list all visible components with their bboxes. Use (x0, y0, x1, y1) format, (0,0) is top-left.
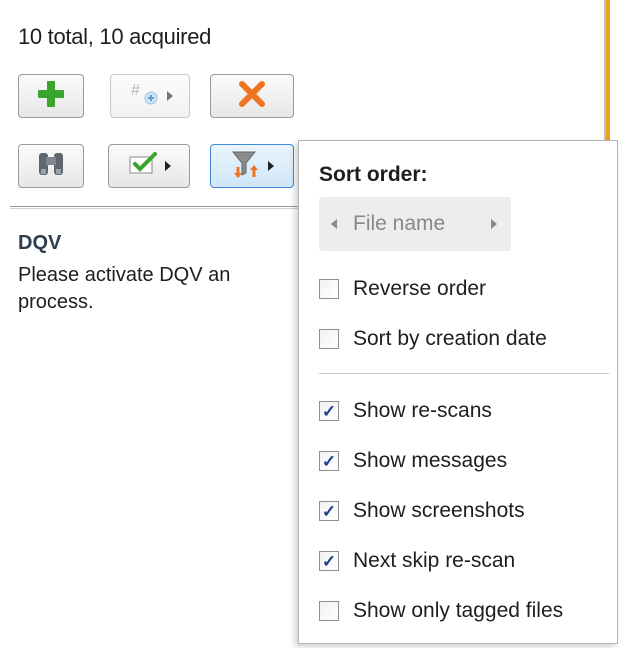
reverse-order-option[interactable]: Reverse order (319, 271, 486, 307)
show-screenshots-option[interactable]: ✓ Show screenshots (319, 493, 525, 529)
sort-order-label: Sort order: (319, 163, 428, 186)
x-icon (237, 79, 267, 114)
check-menu-button[interactable] (108, 144, 190, 188)
svg-text:#: # (131, 82, 140, 99)
show-re-scans-option[interactable]: ✓ Show re-scans (319, 393, 492, 429)
acquisition-status: 10 total, 10 acquired (18, 24, 212, 49)
chevron-right-icon[interactable] (491, 219, 497, 229)
next-skip-re-scan-option[interactable]: ✓ Next skip re-scan (319, 543, 515, 579)
show-screenshots-label: Show screenshots (353, 499, 525, 522)
chevron-left-icon[interactable] (331, 219, 337, 229)
sort-filter-menu: Sort order: File name Reverse order Sort… (298, 140, 618, 644)
dropdown-arrow-icon (165, 161, 171, 171)
show-screenshots-checkbox[interactable]: ✓ (319, 501, 339, 521)
show-only-tagged-files-option[interactable]: Show only tagged files (319, 593, 563, 629)
binoculars-button[interactable] (18, 144, 84, 188)
show-messages-option[interactable]: ✓ Show messages (319, 443, 507, 479)
sort-order-selector[interactable]: File name (319, 197, 511, 251)
sort-by-creation-date-checkbox[interactable] (319, 329, 339, 349)
sort-by-creation-date-label: Sort by creation date (353, 327, 547, 350)
sort-by-creation-date-option[interactable]: Sort by creation date (319, 321, 547, 357)
next-skip-re-scan-checkbox[interactable]: ✓ (319, 551, 339, 571)
show-re-scans-label: Show re-scans (353, 399, 492, 422)
dropdown-arrow-icon (268, 161, 274, 171)
add-button[interactable] (18, 74, 84, 118)
show-messages-label: Show messages (353, 449, 508, 472)
section-separator (10, 206, 310, 209)
add-counter-button[interactable]: # (110, 74, 190, 118)
filter-sort-icon (230, 149, 264, 184)
number-add-icon: # (127, 79, 163, 114)
show-only-tagged-files-label: Show only tagged files (353, 599, 564, 622)
filter-menu-button[interactable] (210, 144, 294, 188)
show-only-tagged-files-checkbox[interactable] (319, 601, 339, 621)
delete-button[interactable] (210, 74, 294, 118)
binoculars-icon (35, 149, 67, 184)
plus-icon (36, 79, 66, 114)
dqv-message: Please activate DQV an process. (18, 264, 231, 313)
dqv-title: DQV (18, 232, 62, 254)
panel-accent-bar (606, 0, 610, 150)
sort-order-value: File name (353, 212, 446, 235)
dropdown-arrow-icon (167, 91, 173, 101)
reverse-order-checkbox[interactable] (319, 279, 339, 299)
next-skip-re-scan-label: Next skip re-scan (353, 549, 516, 572)
checkmark-icon (127, 149, 161, 184)
show-re-scans-checkbox[interactable]: ✓ (319, 401, 339, 421)
reverse-order-label: Reverse order (353, 277, 487, 300)
menu-separator (319, 373, 609, 374)
show-messages-checkbox[interactable]: ✓ (319, 451, 339, 471)
